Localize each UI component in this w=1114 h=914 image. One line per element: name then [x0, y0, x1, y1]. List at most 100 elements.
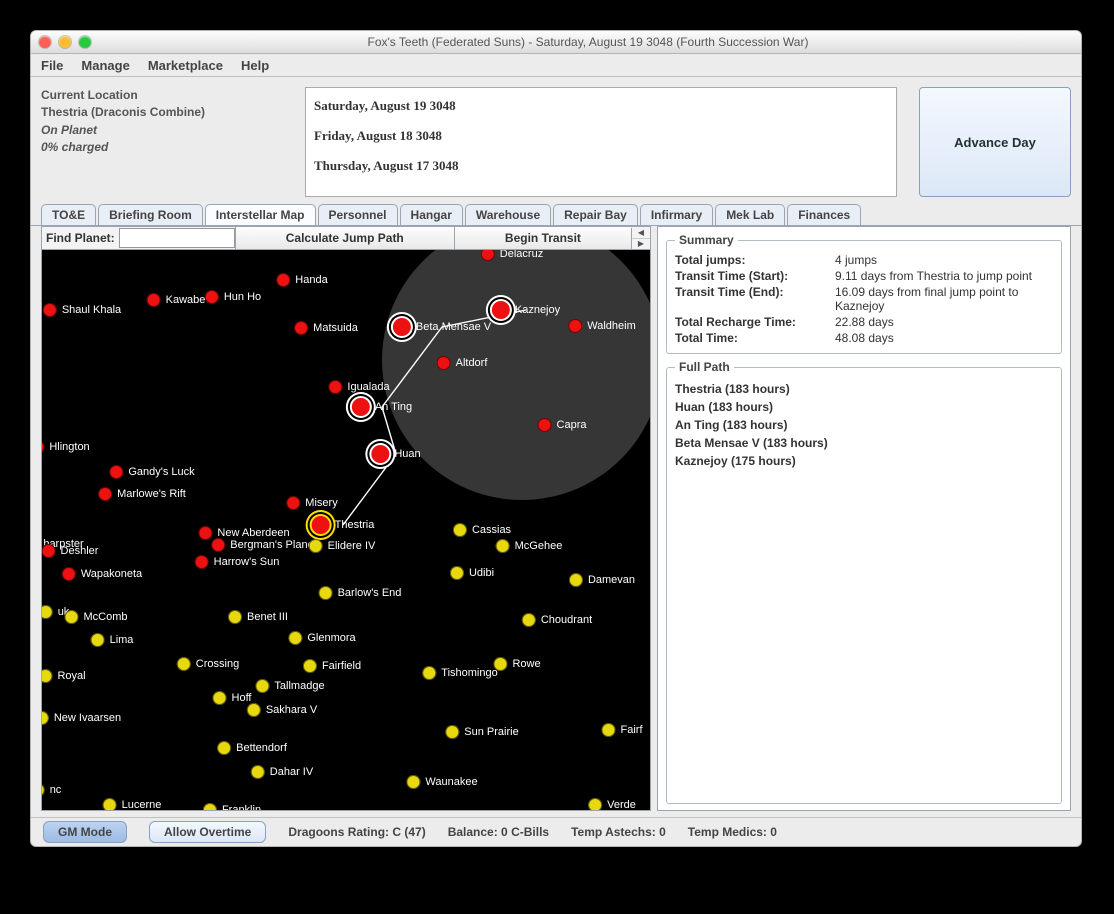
planet: Franklin [203, 803, 261, 810]
planet: Royal [42, 669, 86, 683]
planet: Misery [286, 496, 337, 510]
log-entry: Saturday, August 19 3048 [314, 98, 888, 114]
planet: Bettendorf [217, 741, 287, 755]
planet: Delacruz [481, 250, 543, 261]
log-entry: Thursday, August 17 3048 [314, 158, 888, 174]
planet: Waunakee [406, 775, 477, 789]
planet: Hoff [213, 691, 252, 705]
jump-radius [382, 250, 650, 500]
current-location: Current Location Thestria (Draconis Comb… [41, 87, 291, 197]
planet-selected: Beta Mensae V [393, 318, 491, 336]
full-path-box: Full Path Thestria (183 hours) Huan (183… [666, 360, 1062, 804]
planet: Matsuida [294, 321, 358, 335]
planet: Damevan [569, 573, 635, 587]
planet: McGehee [496, 539, 563, 553]
status-astechs: Temp Astechs: 0 [571, 825, 666, 839]
arrow-left-icon[interactable]: ◀ [632, 228, 650, 239]
advance-day-button[interactable]: Advance Day [919, 87, 1071, 197]
tab-warehouse[interactable]: Warehouse [465, 204, 551, 225]
planet: Udibi [450, 566, 494, 580]
path-step: Thestria (183 hours) [675, 380, 1053, 398]
star-map[interactable]: Delacruz Handa Hun Ho Kawabe Shaul Khala… [42, 250, 650, 810]
planet: Glenmora [288, 631, 355, 645]
zoom-icon[interactable] [79, 36, 91, 48]
find-planet-label: Find Planet: [42, 231, 119, 245]
planet: Tishomingo [422, 666, 497, 680]
summary-title: Summary [675, 233, 738, 247]
planet: Igualada [328, 380, 389, 394]
menu-help[interactable]: Help [241, 58, 269, 73]
calculate-jump-button[interactable]: Calculate Jump Path [235, 227, 454, 249]
daily-log[interactable]: Saturday, August 19 3048 Friday, August … [305, 87, 897, 197]
summary-box: Summary Total jumps:4 jumps Transit Time… [666, 233, 1062, 354]
planet: Deshler [42, 544, 98, 558]
close-icon[interactable] [39, 36, 51, 48]
planet: Wapakoneta [62, 567, 142, 581]
window-title: Fox's Teeth (Federated Suns) - Saturday,… [103, 35, 1073, 49]
planet: Lucerne [103, 798, 162, 810]
planet-origin: Thestria [312, 516, 375, 534]
planet: Barlow's End [319, 586, 402, 600]
path-step: Beta Mensae V (183 hours) [675, 434, 1053, 452]
planet: Sun Prairie [445, 725, 518, 739]
log-entry: Friday, August 18 3048 [314, 128, 888, 144]
titlebar[interactable]: Fox's Teeth (Federated Suns) - Saturday,… [31, 31, 1081, 54]
begin-transit-button[interactable]: Begin Transit [454, 227, 631, 249]
planet: Capra [538, 418, 587, 432]
planet-destination: Kaznejoy [492, 301, 560, 319]
status-medics: Temp Medics: 0 [688, 825, 777, 839]
tab-infirmary[interactable]: Infirmary [640, 204, 713, 225]
planet: Tallmadge [255, 679, 324, 693]
planet-waypoint: Huan [371, 445, 420, 463]
menu-marketplace[interactable]: Marketplace [148, 58, 223, 73]
location-charge: 0% charged [41, 139, 291, 156]
map-panel: Find Planet: Calculate Jump Path Begin T… [41, 226, 651, 811]
planet: Lima [91, 633, 134, 647]
map-pan-arrows[interactable]: ◀ ▶ [631, 228, 650, 249]
find-planet-input[interactable] [119, 228, 235, 248]
allow-overtime-button[interactable]: Allow Overtime [149, 821, 266, 843]
location-place: Thestria (Draconis Combine) [41, 104, 291, 121]
planet: Gandy's Luck [109, 465, 194, 479]
planet: Rowe [493, 657, 540, 671]
planet: Choudrant [522, 613, 592, 627]
tab-briefing[interactable]: Briefing Room [98, 204, 203, 225]
tab-mek-lab[interactable]: Mek Lab [715, 204, 785, 225]
menu-manage[interactable]: Manage [81, 58, 129, 73]
planet: Verde [588, 798, 636, 810]
location-heading: Current Location [41, 87, 291, 104]
minimize-icon[interactable] [59, 36, 71, 48]
gm-mode-button[interactable]: GM Mode [43, 821, 127, 843]
planet: McComb [64, 610, 127, 624]
tab-bar: TO&E Briefing Room Interstellar Map Pers… [31, 203, 1081, 226]
planet: New Ivaarsen [42, 711, 121, 725]
path-panel: Summary Total jumps:4 jumps Transit Time… [657, 226, 1071, 811]
path-step: Huan (183 hours) [675, 398, 1053, 416]
planet-waypoint: An Ting [352, 398, 412, 416]
planet: Altdorf [437, 356, 488, 370]
tab-personnel[interactable]: Personnel [318, 204, 398, 225]
planet: Fairfield [303, 659, 361, 673]
planet: Waldheim [568, 319, 636, 333]
planet: Crossing [177, 657, 239, 671]
planet: Sakhara V [247, 703, 317, 717]
planet: Bergman's Planet [211, 538, 316, 552]
planet: Handa [276, 273, 327, 287]
status-bar: GM Mode Allow Overtime Dragoons Rating: … [31, 817, 1081, 846]
planet: Cassias [453, 523, 511, 537]
tab-hangar[interactable]: Hangar [400, 204, 463, 225]
location-state: On Planet [41, 122, 291, 139]
arrow-right-icon[interactable]: ▶ [632, 239, 650, 249]
planet: Marlowe's Rift [98, 487, 186, 501]
menu-file[interactable]: File [41, 58, 63, 73]
status-balance: Balance: 0 C-Bills [448, 825, 549, 839]
tab-interstellar-map[interactable]: Interstellar Map [205, 204, 316, 225]
tab-repair-bay[interactable]: Repair Bay [553, 204, 638, 225]
tab-toe[interactable]: TO&E [41, 204, 96, 225]
planet: Elidere IV [309, 539, 376, 553]
planet: Fairf [602, 723, 643, 737]
planet: Shaul Khala [43, 303, 121, 317]
planet: Hlington [42, 440, 90, 454]
app-window: Fox's Teeth (Federated Suns) - Saturday,… [30, 30, 1082, 847]
tab-finances[interactable]: Finances [787, 204, 861, 225]
